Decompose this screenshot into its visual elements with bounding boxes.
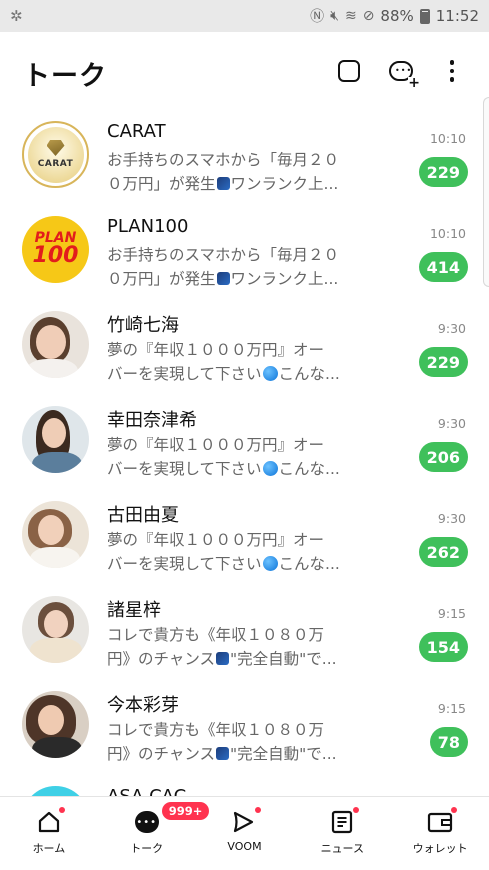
nav-talk-label: トーク <box>130 842 164 855</box>
avatar <box>22 311 89 378</box>
talk-icon: ••• <box>134 809 160 835</box>
chat-time: 10:10 <box>429 131 466 146</box>
battery-percent: 88% <box>380 7 414 25</box>
chat-name: 幸田奈津希 <box>107 410 197 431</box>
sparkle-emoji-icon <box>216 177 230 190</box>
chat-preview: お手持ちのスマホから「毎月２０ ０万円」が発生 ワンランク上... <box>107 246 340 288</box>
sparkle-emoji-icon <box>216 652 230 665</box>
nav-talk[interactable]: ••• 999+ トーク <box>98 797 210 870</box>
unread-badge: 78 <box>429 727 468 757</box>
nav-wallet-label: ウォレット <box>412 842 468 855</box>
nav-home-label: ホーム <box>32 842 66 855</box>
chat-list: CARAT CARAT お手持ちのスマホから「毎月２０ ０万円」が発生 ワンランク上… <box>0 110 489 796</box>
wallet-icon <box>427 807 458 835</box>
nfc-icon: Ⓝ <box>310 9 325 25</box>
chat-name: 竹崎七海 <box>107 315 179 336</box>
blue-circle-emoji-icon <box>262 556 278 571</box>
page-title: トーク <box>23 61 107 92</box>
nav-home[interactable]: ホーム <box>0 797 98 870</box>
chat-row[interactable]: 古田由夏 夢の『年収１０００万円』オー バーを実現して下さい こんな... 9:30… <box>0 490 489 585</box>
news-icon <box>329 807 360 835</box>
chat-time: 9:15 <box>437 606 466 621</box>
chat-row[interactable]: 今本彩芽 コレで貴方も《年収１０８０万 円》のチャンス "完全自動"で... 9:1… <box>0 680 489 775</box>
status-icons: Ⓝ 🔇︎ ≋ ⊘ 88% 11:52 <box>310 6 479 26</box>
unread-badge: 206 <box>418 442 468 472</box>
chat-preview: コレで貴方も《年収１０８０万 円》のチャンス "完全自動"で... <box>107 721 337 763</box>
chat-preview: 夢の『年収１０００万円』オー バーを実現して下さい こんな... <box>107 341 340 383</box>
chat-row[interactable]: CARAT CARAT お手持ちのスマホから「毎月２０ ０万円」が発生 ワンランク上… <box>0 110 489 205</box>
pinwheel-notification-icon: ✲ <box>10 7 23 25</box>
notification-dot <box>451 807 458 813</box>
chat-name: PLAN100 <box>107 216 189 237</box>
header: トーク ••• <box>0 32 489 110</box>
chat-name: CARAT <box>107 121 166 142</box>
avatar <box>22 406 89 473</box>
chat-time: 10:10 <box>429 226 466 241</box>
chat-row[interactable]: PLAN 100 PLAN100 お手持ちのスマホから「毎月２０ ０万円」が発生 ワン… <box>0 205 489 300</box>
avatar <box>22 691 89 758</box>
chat-preview: コレで貴方も《年収１０８０万 円》のチャンス "完全自動"で... <box>107 626 337 668</box>
nav-news[interactable]: ニュース <box>293 797 391 870</box>
notification-dot <box>353 807 360 813</box>
voom-icon <box>231 807 262 835</box>
unread-badge: 154 <box>418 632 468 662</box>
blue-circle-emoji-icon <box>262 366 278 381</box>
wifi-icon: ≋ <box>344 8 357 24</box>
no-signal-icon: ⊘ <box>362 8 375 24</box>
chat-time: 9:30 <box>437 321 466 336</box>
sparkle-emoji-icon <box>216 747 230 760</box>
more-icon[interactable] <box>437 56 467 86</box>
chat-preview: 夢の『年収１０００万円』オー バーを実現して下さい こんな... <box>107 531 340 573</box>
avatar: PLAN 100 <box>22 216 89 283</box>
unread-badge: 229 <box>418 347 468 377</box>
chat-name: 諸星梓 <box>107 600 161 621</box>
status-time: 11:52 <box>435 7 479 25</box>
notification-dot <box>255 807 262 813</box>
nav-news-label: ニュース <box>320 842 365 855</box>
home-icon <box>36 807 65 835</box>
chat-row[interactable]: 諸星梓 コレで貴方も《年収１０８０万 円》のチャンス "完全自動"で... 9:15… <box>0 585 489 680</box>
chat-name: 今本彩芽 <box>107 695 179 716</box>
chat-time: 9:30 <box>437 416 466 431</box>
blue-circle-emoji-icon <box>262 461 278 476</box>
nav-voom[interactable]: VOOM <box>196 797 294 870</box>
unread-badge: 414 <box>418 252 468 282</box>
chat-preview: 夢の『年収１０００万円』オー バーを実現して下さい こんな... <box>107 436 340 478</box>
bottom-nav: ホーム ••• 999+ トーク VOOM ニュース ウォレット <box>0 796 489 870</box>
nav-wallet[interactable]: ウォレット <box>391 797 489 870</box>
unread-badge: 229 <box>418 157 468 187</box>
chat-time: 9:30 <box>437 511 466 526</box>
chat-name: 古田由夏 <box>107 505 179 526</box>
mute-icon: 🔇︎ <box>330 8 339 24</box>
battery-icon <box>419 8 430 24</box>
chat-row[interactable]: ASA CAC <box>0 775 489 796</box>
notification-dot <box>58 807 65 813</box>
chat-row[interactable]: 幸田奈津希 夢の『年収１０００万円』オー バーを実現して下さい こんな... 9:3… <box>0 395 489 490</box>
chat-row[interactable]: 竹崎七海 夢の『年収１０００万円』オー バーを実現して下さい こんな... 9:30… <box>0 300 489 395</box>
avatar <box>22 596 89 663</box>
status-bar: ✲ Ⓝ 🔇︎ ≋ ⊘ 88% 11:52 <box>0 0 489 32</box>
chat-preview: お手持ちのスマホから「毎月２０ ０万円」が発生 ワンランク上... <box>107 151 340 193</box>
chat-name: ASA CAC <box>107 786 186 796</box>
sparkle-emoji-icon <box>216 272 230 285</box>
nav-voom-label: VOOM <box>227 840 262 853</box>
unread-badge: 262 <box>418 537 468 567</box>
avatar <box>22 501 89 568</box>
search-icon[interactable] <box>334 56 364 86</box>
avatar: CARAT <box>22 121 89 188</box>
avatar <box>22 786 89 796</box>
new-chat-icon[interactable]: ••• <box>386 56 420 89</box>
chat-time: 9:15 <box>437 701 466 716</box>
